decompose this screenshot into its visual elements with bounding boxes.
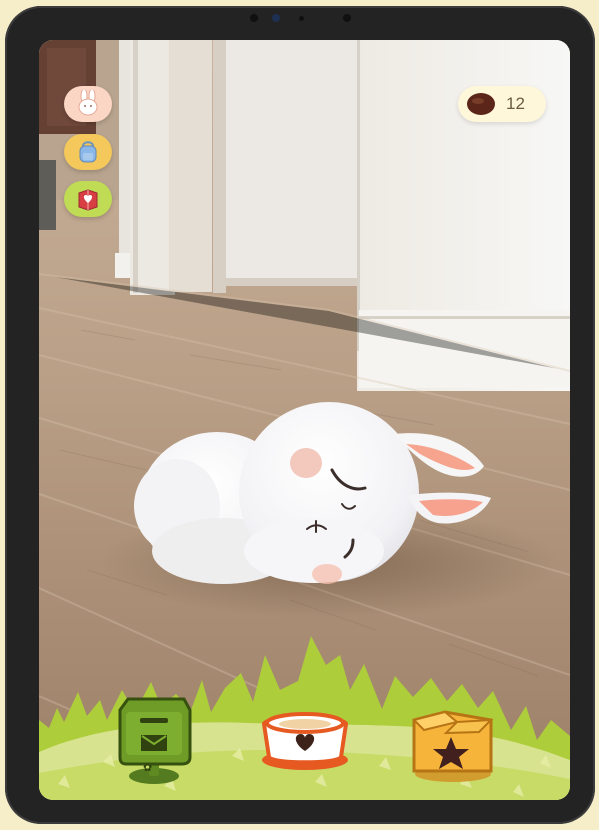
backpack-button[interactable] xyxy=(64,134,112,170)
rabbit-icon xyxy=(78,90,98,116)
mailbox-button[interactable]: ✿ mailbox-icon xyxy=(112,696,196,788)
coin-count: 12 xyxy=(506,94,525,113)
coin-icon xyxy=(467,93,495,115)
food-bowl-button[interactable]: pet-bowl-icon xyxy=(259,706,351,774)
camera-lens xyxy=(272,14,280,22)
heart-book-icon xyxy=(78,189,98,211)
camera-sensor xyxy=(299,16,304,21)
rabbit-profile-button[interactable] xyxy=(64,86,112,122)
coin-counter: 12 xyxy=(458,86,546,122)
tablet-frame: 12 ✿ mailbox-icon pet-bowl-icon xyxy=(5,6,595,824)
journal-button[interactable] xyxy=(64,181,112,217)
ar-screen: 12 ✿ mailbox-icon pet-bowl-icon xyxy=(39,40,570,800)
camera-sensor xyxy=(250,14,258,22)
gift-box-button[interactable]: star-box-icon xyxy=(409,706,497,784)
camera-sensor xyxy=(343,14,351,22)
svg-text:✿: ✿ xyxy=(143,761,152,774)
room-background xyxy=(39,40,570,800)
backpack-icon xyxy=(79,141,97,163)
